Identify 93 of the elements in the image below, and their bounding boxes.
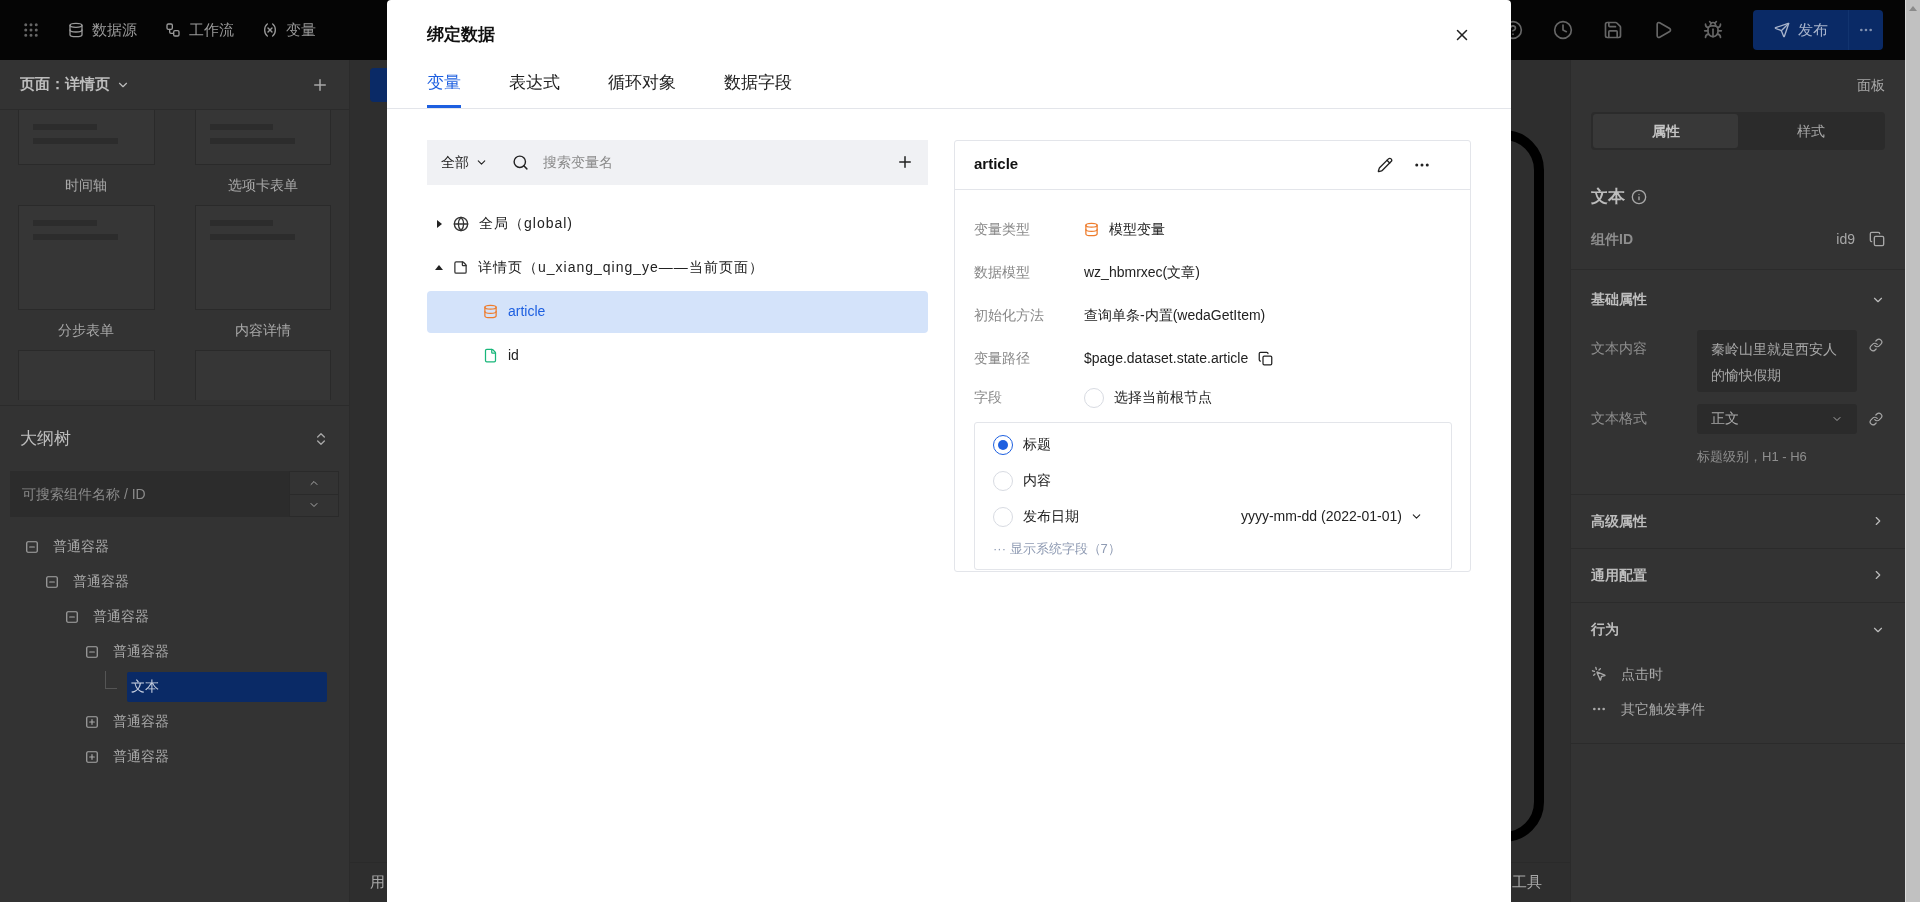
variable-icon <box>262 22 278 38</box>
field-label: 变量路径 <box>974 348 1031 368</box>
panel-tab[interactable]: 属性 <box>1593 114 1738 148</box>
bug-icon[interactable] <box>1703 20 1723 40</box>
field-value: $page.dataset.state.article <box>1084 348 1249 368</box>
collapse-icon[interactable] <box>65 609 79 624</box>
link-icon[interactable] <box>1869 411 1883 426</box>
copy-icon[interactable] <box>1258 350 1274 366</box>
tree-node[interactable]: 普通容器 <box>49 531 113 562</box>
template-label: 时间轴 <box>65 175 108 195</box>
field-label: 数据模型 <box>974 262 1031 282</box>
hint-text: 标题级别，H1 - H6 <box>1697 448 1807 464</box>
component-title: 文本 <box>1591 186 1625 208</box>
variable-tree-item[interactable]: id <box>427 334 928 377</box>
search-icon <box>512 153 529 171</box>
field-value: 查询单条-内置(wedaGetItem) <box>1084 305 1266 325</box>
component-search-field[interactable]: 可搜索组件名称 / ID <box>10 471 289 517</box>
play-icon[interactable] <box>1653 20 1673 40</box>
option-label: 标题 <box>1023 435 1051 454</box>
caret-right-icon[interactable] <box>435 219 443 228</box>
variable-tree-item[interactable]: 全局（global) <box>427 202 928 245</box>
dialog-title: 绑定数据 <box>427 24 495 46</box>
nav-tab[interactable]: 变量 <box>262 18 316 42</box>
text-content-field[interactable]: 秦岭山里就是西安人的愉快假期 <box>1697 329 1857 392</box>
tree-node[interactable]: 普通容器 <box>109 636 173 667</box>
event-item[interactable]: 其它触发事件 <box>1571 691 1725 727</box>
field-label: 字段 <box>974 388 1003 407</box>
edit-icon[interactable] <box>1377 156 1393 173</box>
variable-search-bar[interactable]: 全部 搜索变量名 <box>427 139 928 185</box>
panel-label: 面板 <box>1857 75 1885 95</box>
field-label: 文本内容 <box>1591 338 1648 358</box>
field-value: 模型变量 <box>1109 219 1165 239</box>
nav-tab[interactable]: 数据源 <box>68 18 137 42</box>
tree-node[interactable]: 普通容器 <box>69 566 133 597</box>
detail-title: article <box>974 154 1019 175</box>
pointer-click-icon <box>1591 666 1607 682</box>
workflow-icon <box>165 22 181 38</box>
tree-node[interactable]: 文本 <box>127 671 327 702</box>
expand-icon[interactable] <box>85 749 99 764</box>
date-format-select[interactable]: yyyy-mm-dd (2022-01-01) <box>1240 506 1423 527</box>
collapse-icon[interactable] <box>85 644 99 659</box>
tree-node[interactable]: 普通容器 <box>109 706 173 737</box>
option-label: 选择当前根节点 <box>1114 388 1212 407</box>
database-icon <box>68 22 84 38</box>
database-icon <box>483 304 498 319</box>
bottom-label: 用 <box>370 872 385 893</box>
add-icon[interactable] <box>896 153 914 171</box>
collapse-icon[interactable] <box>45 574 59 589</box>
event-item[interactable]: 点击时 <box>1571 656 1683 692</box>
template-label: 分步表单 <box>58 320 115 340</box>
tree-node[interactable]: 普通容器 <box>109 741 173 772</box>
scrollbar[interactable] <box>1905 0 1920 902</box>
info-icon[interactable] <box>1631 188 1647 205</box>
dialog-tab[interactable]: 表达式 <box>509 61 560 108</box>
clock-icon[interactable] <box>1553 20 1573 40</box>
globe-icon <box>453 215 469 232</box>
publish-button[interactable]: 发布 <box>1753 10 1848 50</box>
field-value: wz_hbmrxec(文章) <box>1084 262 1200 282</box>
option-label: 内容 <box>1023 471 1051 490</box>
bottom-label: 工具 <box>1512 872 1542 893</box>
text-format-select[interactable]: 正文 <box>1697 403 1857 434</box>
field-label: 变量类型 <box>974 219 1031 239</box>
dialog-tab[interactable]: 循环对象 <box>608 61 676 108</box>
field-label: 文本格式 <box>1591 409 1648 428</box>
save-icon[interactable] <box>1603 20 1623 40</box>
nav-tab[interactable]: 工作流 <box>165 18 234 42</box>
component-id: id9 <box>1836 229 1855 249</box>
template-label: 内容详情 <box>234 320 291 340</box>
grid-menu-icon[interactable] <box>22 21 40 39</box>
database-icon <box>1084 221 1099 237</box>
caret-down-icon[interactable] <box>435 263 443 272</box>
variable-tree-item[interactable]: 详情页（u_xiang_qing_ye——当前页面） <box>427 246 928 289</box>
dialog-tab[interactable]: 变量 <box>427 61 461 108</box>
page-selector[interactable]: 页面：详情页 <box>20 73 130 96</box>
section-header[interactable]: 基础属性 <box>1571 269 1905 330</box>
page-icon <box>453 260 468 275</box>
collapse-icon[interactable] <box>25 539 39 554</box>
field-label: 初始化方法 <box>974 305 1045 325</box>
template-label: 选项卡表单 <box>227 175 298 195</box>
outline-title: 大纲树 <box>20 427 71 450</box>
panel-tab[interactable]: 样式 <box>1738 114 1883 148</box>
option-label: 发布日期 <box>1023 507 1079 526</box>
expand-icon[interactable] <box>85 714 99 729</box>
variable-tree-item[interactable]: article <box>427 290 928 333</box>
field-label: 组件ID <box>1591 229 1633 249</box>
file-icon <box>483 348 498 363</box>
section-header[interactable]: 行为 <box>1571 602 1905 657</box>
variable-search-field[interactable]: 搜索变量名 <box>543 151 896 173</box>
send-icon <box>1773 22 1790 38</box>
scope-filter[interactable]: 全部 <box>441 151 488 173</box>
dialog-tab[interactable]: 数据字段 <box>724 61 792 108</box>
link-icon[interactable] <box>1869 337 1883 352</box>
tree-node[interactable]: 普通容器 <box>89 601 153 632</box>
